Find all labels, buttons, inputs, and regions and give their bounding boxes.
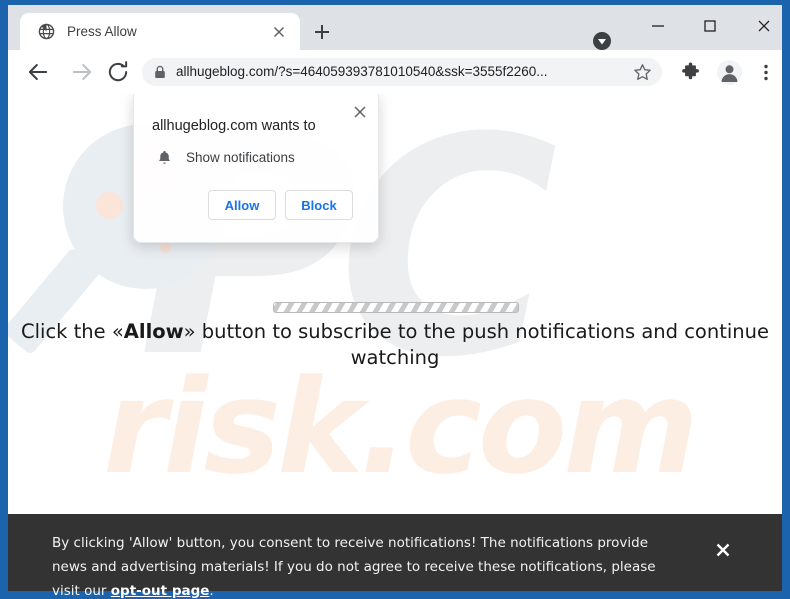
profile-avatar-icon[interactable]	[717, 60, 742, 85]
bell-icon	[156, 149, 173, 166]
browser-toolbar: allhugeblog.com/?s=464059393781010540&ss…	[8, 50, 782, 94]
instruction-suffix: » button to subscribe to the push notifi…	[183, 320, 769, 369]
page-instruction-text: Click the «Allow» button to subscribe to…	[8, 319, 782, 371]
browser-window: Press Allow allhugeblog.com/?s=464059393…	[0, 0, 790, 599]
allow-button[interactable]: Allow	[208, 190, 276, 220]
opt-out-page-link[interactable]: opt-out page	[111, 583, 210, 599]
window-close-button[interactable]	[741, 10, 787, 42]
watermark-dot	[160, 242, 171, 253]
dialog-permission-label: Show notifications	[186, 150, 295, 165]
window-minimize-button[interactable]	[635, 10, 681, 42]
address-bar[interactable]: allhugeblog.com/?s=464059393781010540&ss…	[142, 58, 662, 86]
tab-strip: Press Allow	[8, 5, 782, 50]
bookmark-star-icon[interactable]	[632, 62, 653, 83]
notification-permission-dialog: allhugeblog.com wants to Show notificati…	[133, 94, 379, 243]
dialog-title: allhugeblog.com wants to	[152, 118, 316, 134]
tab-close-icon[interactable]	[270, 23, 288, 41]
watermark-dot	[96, 192, 123, 219]
banner-close-icon[interactable]	[711, 538, 735, 562]
reload-icon[interactable]	[104, 58, 132, 86]
tab-search-dropdown-icon[interactable]	[591, 30, 613, 52]
three-dot-menu-icon[interactable]	[757, 62, 775, 83]
back-arrow-icon[interactable]	[24, 58, 52, 86]
watermark-risk-text: risk.com	[103, 351, 699, 503]
url-text: allhugeblog.com/?s=464059393781010540&ss…	[176, 64, 548, 79]
window-maximize-button[interactable]	[687, 10, 733, 42]
lock-icon[interactable]	[152, 64, 168, 80]
instruction-bold-allow: Allow	[123, 320, 184, 343]
consent-banner-text: By clicking 'Allow' button, you consent …	[52, 531, 672, 599]
globe-icon	[38, 23, 55, 40]
new-tab-button[interactable]	[308, 18, 336, 46]
tab-title: Press Allow	[67, 24, 137, 39]
block-button[interactable]: Block	[285, 190, 353, 220]
dialog-close-icon[interactable]	[350, 102, 370, 122]
striped-progress-bar	[273, 302, 519, 313]
consent-banner: By clicking 'Allow' button, you consent …	[8, 514, 782, 599]
forward-arrow-icon	[68, 58, 96, 86]
instruction-prefix: Click the «	[21, 320, 124, 343]
consent-text-after-link: .	[209, 583, 214, 599]
puzzle-piece-icon[interactable]	[680, 62, 701, 83]
tab-press-allow[interactable]: Press Allow	[20, 13, 300, 50]
